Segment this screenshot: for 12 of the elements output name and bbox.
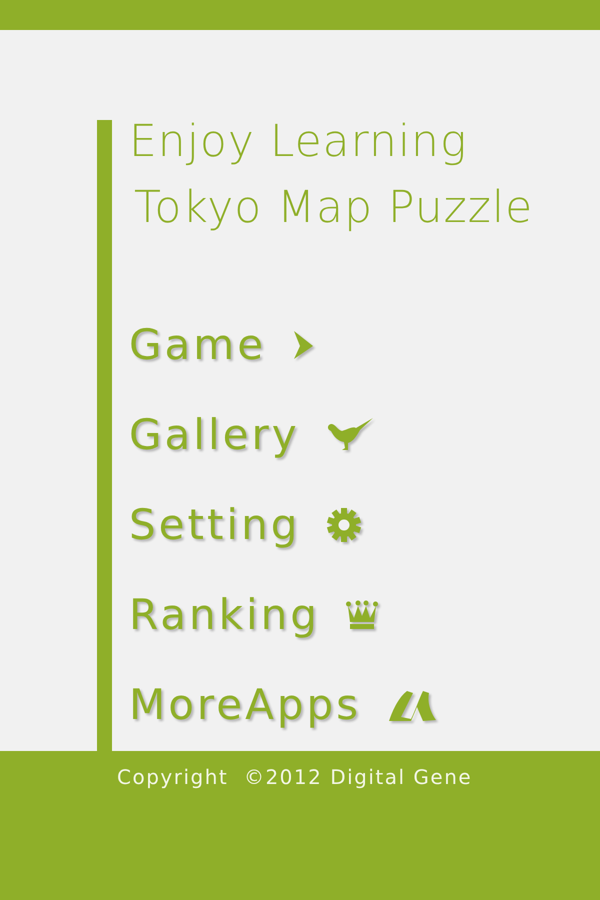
- gear-icon: [326, 507, 362, 543]
- copyright-text: Copyright ©2012 Digital Gene: [117, 765, 474, 789]
- menu-item[interactable]: MoreApps: [129, 684, 362, 726]
- menu-item[interactable]: Ranking: [129, 594, 320, 636]
- menu-item[interactable]: Game: [129, 324, 266, 366]
- bird-icon: [326, 417, 374, 453]
- arrow-icon: [292, 330, 314, 360]
- menu-item[interactable]: Gallery: [129, 414, 300, 456]
- crown-icon: [346, 600, 378, 630]
- menu-item[interactable]: Setting: [129, 504, 300, 546]
- app-title: Tokyo Map Puzzle: [134, 186, 534, 230]
- app-title: Enjoy Learning: [129, 120, 468, 164]
